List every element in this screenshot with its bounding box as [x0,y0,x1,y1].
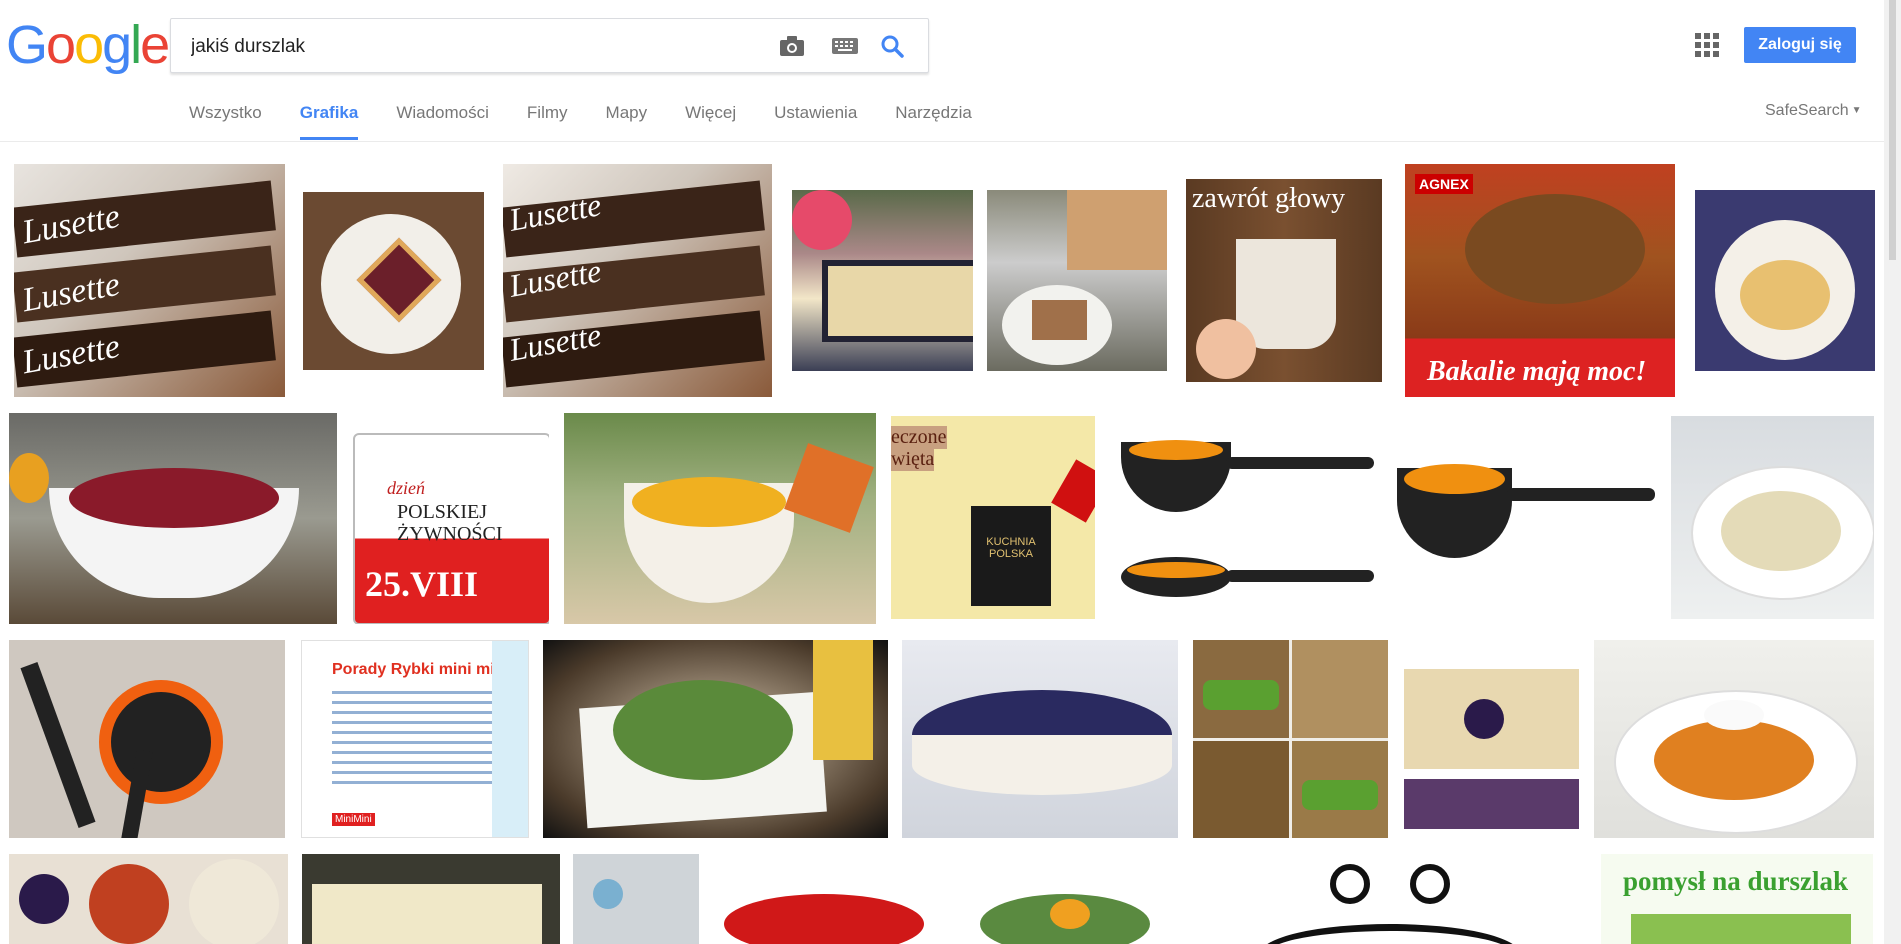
image-caption: Bakalie mają moc! [1427,356,1647,387]
tab-images[interactable]: Grafika [281,96,378,140]
tab-settings[interactable]: Ustawienia [755,96,876,140]
header: Google Zaloguj się Wszystko Grafika Wiad… [0,0,1901,142]
image-caption: pomysł na durszlak [1623,866,1849,896]
image-result-blueberry-cheesecake[interactable] [902,640,1178,838]
tab-news[interactable]: Wiadomości [377,96,508,140]
image-result-fiskars-colander-1[interactable] [1111,422,1377,611]
image-result-burgers-collage[interactable] [1193,640,1388,838]
image-caption: POLSKIEJ [397,501,488,523]
image-result-plum-cake[interactable] [1404,649,1579,829]
image-result-casserole-flowers[interactable] [792,190,973,371]
login-button[interactable]: Zaloguj się [1744,27,1856,63]
image-caption: KUCHNIA POLSKA [986,536,1036,560]
image-result-kuchnia-polska[interactable]: eczone więta KUCHNIA POLSKA [891,416,1095,619]
tab-more[interactable]: Więcej [666,96,755,140]
tab-videos[interactable]: Filmy [508,96,587,140]
image-result-vegetable-colander[interactable] [955,854,1178,944]
image-result-porady-rybki[interactable]: Porady Rybki mini mini MiniMini [301,640,529,838]
google-logo[interactable]: Google [6,15,170,75]
caret-down-icon: ▼ [1851,105,1862,117]
image-result-pomysl-na-durszlak[interactable]: pomysł na durszlak [1601,854,1873,944]
scrollbar-thumb[interactable] [1889,0,1896,260]
image-result-pasta-plate[interactable] [1671,416,1874,619]
search-tabs: Wszystko Grafika Wiadomości Filmy Mapy W… [189,96,991,140]
apps-grid-icon[interactable] [1695,33,1719,57]
image-result-colander-grapes[interactable] [9,413,337,624]
image-caption: Porady Rybki mini mini [332,661,509,678]
image-result-zawrot-glowy[interactable]: zawrót głowy [1186,179,1382,382]
scrollbar[interactable] [1884,0,1901,944]
image-result-fiskars-tools[interactable] [9,640,285,838]
image-result-bakalie[interactable]: AGNEX Bakalie mają moc! [1405,164,1675,397]
image-result-crepes[interactable] [302,854,560,944]
safesearch-label: SafeSearch [1765,102,1849,119]
image-caption: dzień [387,478,425,498]
image-result-pancakes[interactable] [1695,190,1875,371]
image-caption: zawrót głowy [1192,183,1346,214]
image-result-pumpkin-soup[interactable] [564,413,876,624]
image-result-kitchen-shelf[interactable] [573,854,699,944]
image-result-heart-tart[interactable] [303,192,484,370]
logo-letter: o [74,15,104,75]
logo-letter: l [130,15,142,75]
image-caption: MiniMini [332,813,375,826]
search-icon[interactable] [875,29,909,63]
image-result-plum-dumplings[interactable] [9,854,288,944]
logo-letter: e [140,15,170,75]
image-result-potato-pancakes[interactable] [1594,640,1874,838]
keyboard-icon[interactable] [828,29,862,63]
safesearch-dropdown[interactable]: SafeSearch ▼ [1765,102,1862,120]
image-result-lusette-2[interactable]: Lusette Lusette Lusette [503,164,772,397]
image-result-red-colander[interactable] [714,854,940,944]
image-caption: ŻYWNOŚCI [397,523,503,545]
image-result-cake-slice[interactable] [987,190,1167,371]
image-result-crab-drawing[interactable] [1200,854,1588,944]
image-caption: AGNEX [1415,174,1473,194]
image-result-salad-plate[interactable] [543,640,888,838]
search-input[interactable] [189,19,753,74]
search-box [170,18,929,74]
camera-icon[interactable] [775,29,809,63]
image-caption: więta [891,448,935,471]
image-caption: 25.VIII [365,564,479,604]
tab-maps[interactable]: Mapy [587,96,667,140]
logo-letter: G [6,15,48,75]
image-result-lusette-1[interactable]: Lusette Lusette Lusette [14,164,285,397]
logo-letter: g [102,15,132,75]
tab-all[interactable]: Wszystko [189,96,281,140]
logo-letter: o [46,15,76,75]
tab-tools[interactable]: Narzędzia [876,96,991,140]
image-result-fiskars-colander-2[interactable] [1392,458,1657,575]
image-result-dzien-polskiej-zywnosci[interactable]: dzień POLSKIEJ ŻYWNOŚCI 25.VIII [351,413,549,624]
image-caption: eczone [891,426,947,449]
